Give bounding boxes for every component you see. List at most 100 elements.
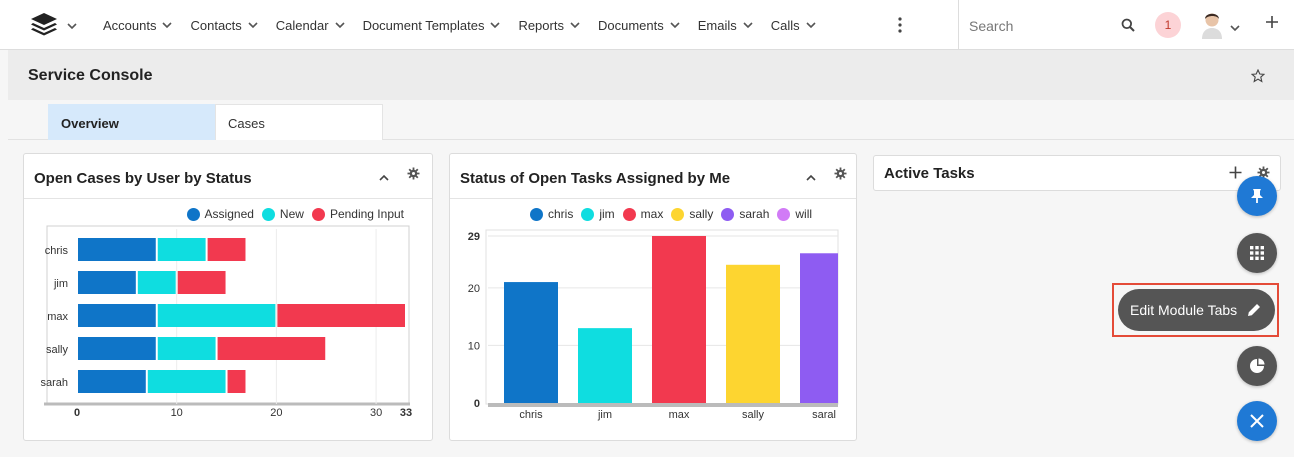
bar-segment [227, 370, 246, 393]
add-plus-icon[interactable] [1229, 166, 1242, 184]
x-tick-label: 10 [171, 407, 183, 419]
chevron-down-icon[interactable] [1230, 19, 1240, 37]
stacked-bar-chart: 0 10 20 30 33 chris jim max sally sarah [40, 225, 412, 419]
module-tabs: Overview Cases [8, 100, 1294, 140]
chevron-down-icon [162, 22, 173, 29]
nav-item-document-templates[interactable]: Document Templates [363, 18, 501, 33]
bar-segment [78, 370, 146, 393]
tab-overview[interactable]: Overview [48, 104, 216, 140]
bar-segment [277, 304, 405, 327]
page-title: Service Console [28, 67, 153, 84]
search-input[interactable]: Search [969, 18, 1013, 34]
bar-segment [157, 238, 206, 261]
bar-segment [137, 271, 176, 294]
nav-item-label: Accounts [103, 17, 157, 33]
x-tick-label: saral [812, 409, 836, 421]
nav-item-label: Document Templates [362, 17, 485, 33]
chevron-down-icon[interactable] [67, 17, 77, 35]
chevron-down-icon [490, 22, 501, 29]
edit-module-tabs-highlight: Edit Module Tabs [1112, 283, 1279, 337]
bar-segment [78, 304, 156, 327]
bar-segment [157, 337, 216, 360]
bar-segment [147, 370, 226, 393]
chevron-down-icon [334, 22, 345, 29]
y-tick-label: 20 [468, 283, 480, 295]
x-tick-label: chris [519, 409, 543, 421]
x-tick-label: 0 [74, 407, 80, 419]
x-tick-label: sally [742, 409, 765, 421]
search-icon[interactable] [1121, 18, 1135, 37]
y-tick-label: max [47, 311, 68, 323]
bar [726, 264, 780, 403]
sugar-logo-icon[interactable] [30, 12, 58, 41]
close-fab-button[interactable] [1237, 401, 1277, 441]
nav-item-emails[interactable]: Emails [698, 18, 753, 33]
nav-item-documents[interactable]: Documents [598, 18, 680, 33]
favorite-star-icon[interactable] [1250, 68, 1266, 88]
vertical-bar-chart: 0 10 20 29 chris jim max sally saral [468, 229, 839, 421]
bar-segment [217, 337, 326, 360]
dashlet-active-tasks: Active Tasks [873, 155, 1281, 191]
y-tick-label: sally [46, 344, 69, 356]
dashlet-title: Active Tasks [884, 165, 975, 182]
top-navigation-bar: Accounts Contacts Calendar Document Temp… [0, 0, 1294, 50]
x-tick-label: 30 [370, 407, 382, 419]
global-search[interactable]: Search [958, 0, 1144, 50]
tab-label: Overview [61, 116, 119, 131]
y-tick-label: 0 [474, 398, 480, 410]
bar-segment [177, 271, 226, 294]
nav-item-label: Calls [770, 17, 800, 33]
nav-item-label: Calendar [275, 17, 329, 33]
dashlet-open-cases: Open Cases by User by Status Assigned Ne… [23, 153, 433, 441]
bar-segment [78, 337, 156, 360]
nav-item-calendar[interactable]: Calendar [276, 18, 345, 33]
bar [578, 328, 632, 403]
chevron-down-icon [570, 22, 580, 29]
pin-icon [1251, 189, 1263, 203]
module-nav: Accounts Contacts Calendar Document Temp… [103, 0, 834, 50]
nav-item-accounts[interactable]: Accounts [103, 17, 173, 33]
tab-cases[interactable]: Cases [215, 104, 383, 140]
bar [504, 282, 558, 403]
nav-item-label: Contacts [190, 17, 242, 33]
quick-create-plus-icon[interactable] [1265, 15, 1279, 34]
nav-item-reports[interactable]: Reports [518, 18, 580, 33]
notification-badge[interactable]: 1 [1155, 12, 1181, 38]
grid-icon [1250, 246, 1264, 260]
y-tick-label: jim [53, 278, 68, 290]
nav-item-calls[interactable]: Calls [771, 18, 816, 33]
bar-segment [157, 304, 276, 327]
dashlet-open-tasks: Status of Open Tasks Assigned by Me chri… [449, 153, 857, 441]
bar [652, 236, 706, 403]
pencil-icon [1248, 304, 1260, 316]
chevron-down-icon [670, 22, 680, 29]
nav-item-label: Emails [697, 17, 737, 33]
chevron-down-icon [743, 22, 753, 29]
nav-item-label: Documents [597, 17, 664, 33]
more-menu-icon[interactable] [893, 16, 907, 34]
close-icon [1250, 414, 1264, 428]
x-tick-label: 20 [270, 407, 282, 419]
y-tick-label: 10 [468, 340, 480, 352]
bar-segment [78, 238, 156, 261]
user-avatar[interactable] [1198, 9, 1226, 39]
edit-module-tabs-label: Edit Module Tabs [1130, 302, 1238, 318]
tab-label: Cases [228, 116, 265, 131]
bar-segment [207, 238, 246, 261]
x-tick-label: jim [597, 409, 612, 421]
pie-chart-icon [1250, 358, 1265, 373]
nav-item-label: Reports [518, 17, 564, 33]
bar [800, 253, 838, 403]
dashlet-fab-button[interactable] [1237, 346, 1277, 386]
y-tick-label: chris [45, 245, 69, 257]
page-header: Service Console [8, 50, 1294, 100]
edit-module-tabs-button[interactable]: Edit Module Tabs [1118, 289, 1275, 331]
y-tick-label: 29 [468, 231, 480, 243]
chevron-down-icon [806, 22, 816, 29]
pin-fab-button[interactable] [1237, 176, 1277, 216]
x-tick-label: 33 [400, 407, 412, 419]
bar-segment [78, 271, 136, 294]
grid-menu-fab-button[interactable] [1237, 233, 1277, 273]
nav-item-contacts[interactable]: Contacts [190, 17, 258, 33]
chevron-down-icon [248, 22, 258, 29]
